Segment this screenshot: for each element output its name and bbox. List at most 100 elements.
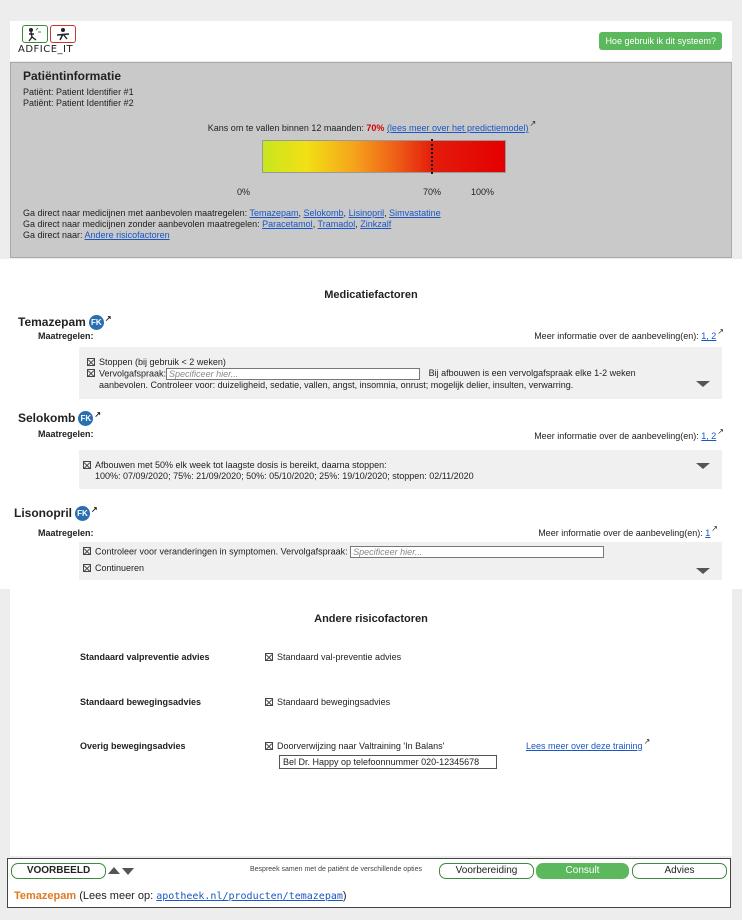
- nav-link-selokomb[interactable]: Selokomb: [304, 208, 344, 218]
- drug-info-name: Temazepam: [14, 890, 77, 902]
- maatregelen-label: Maatregelen:: [38, 429, 94, 439]
- checkbox[interactable]: [83, 564, 91, 572]
- drug-lisonopril-name: Lisonopril FK ↗: [14, 505, 98, 521]
- fk-badge: FK: [75, 506, 90, 521]
- nav3-text: Ga direct naar:: [23, 230, 85, 240]
- risk-model-link[interactable]: (lees meer over het predictiemodel): [387, 123, 529, 133]
- logo-icon-left: [22, 25, 48, 43]
- options-lisonopril: Controleer voor veranderingen in symptom…: [79, 542, 722, 580]
- risk-row-option[interactable]: Standaard bewegingsadvies: [265, 697, 390, 707]
- risk-value: 70%: [366, 123, 385, 133]
- option-controleer[interactable]: Controleer voor veranderingen in symptom…: [83, 546, 605, 558]
- risk-row-label: Overig bewegingsadvies: [80, 741, 186, 751]
- option-continueren[interactable]: Continueren: [83, 563, 144, 573]
- risk-factors-section: [10, 589, 732, 856]
- external-link-icon: ↗: [94, 410, 102, 419]
- nav-link-simvastatine[interactable]: Simvastatine: [389, 208, 441, 218]
- maatregelen-label: Maatregelen:: [38, 528, 94, 538]
- patient-info-title: Patiëntinformatie: [23, 69, 122, 83]
- option-vervolgafspraak[interactable]: Vervolgafspraak: Specificeer hier... Bij …: [87, 368, 636, 380]
- option-label: Standaard val-preventie advies: [277, 652, 402, 662]
- tab-advies[interactable]: Advies: [632, 863, 727, 879]
- discuss-text: Bespreek samen met de patiënt de verschi…: [250, 866, 422, 873]
- checkbox[interactable]: [83, 547, 91, 556]
- external-link-icon: ↗: [104, 314, 112, 323]
- arrow-down-icon[interactable]: [122, 868, 134, 875]
- recommendation-links[interactable]: 1, 2: [701, 331, 716, 341]
- drug-info-link[interactable]: apotheek.nl/producten/temazepam: [156, 891, 343, 902]
- tab-voorbereiding[interactable]: Voorbereiding: [439, 863, 534, 879]
- arrow-up-icon[interactable]: [108, 867, 120, 874]
- bar-label-70: 70%: [423, 187, 442, 197]
- drug-name: Lisonopril: [14, 506, 72, 520]
- more-info-text: Meer informatie over de aanbeveling(en):: [534, 331, 702, 341]
- nav-link-temazepam[interactable]: Temazepam: [249, 208, 298, 218]
- logo-text: ADFICE_IT: [18, 44, 74, 55]
- nav2-text: Ga direct naar medicijnen zonder aanbevo…: [23, 219, 263, 229]
- checkbox[interactable]: [265, 653, 273, 661]
- option-label: Doorverwijzing naar Valtraining 'In Bala…: [277, 741, 445, 751]
- bar-label-0: 0%: [237, 187, 251, 197]
- medication-section: [0, 259, 742, 589]
- options-selokomb: Afbouwen met 50% elk week tot laagste do…: [79, 450, 722, 489]
- recommendation-links[interactable]: 1: [705, 528, 710, 538]
- footer-bar: VOORBEELD Bespreek samen met de patiënt …: [7, 858, 731, 908]
- drug-info-line: Temazepam (Lees meer op: apotheek.nl/pro…: [14, 890, 347, 902]
- option-afbouwen[interactable]: Afbouwen met 50% elk week tot laagste do…: [83, 460, 387, 470]
- tab-consult[interactable]: Consult: [536, 863, 629, 879]
- checkbox[interactable]: [83, 461, 91, 469]
- chevron-down-icon[interactable]: [696, 463, 710, 469]
- nav-link-tramadol[interactable]: Tramadol: [318, 219, 356, 229]
- nav-link-zinkzalf[interactable]: Zinkzalf: [360, 219, 391, 229]
- drug-temazepam-name: Temazepam FK ↗: [18, 314, 112, 330]
- nav1-text: Ga direct naar medicijnen met aanbevolen…: [23, 208, 250, 218]
- phone-input[interactable]: Bel Dr. Happy op telefoonnummer 020-1234…: [279, 755, 497, 769]
- risk-row-option[interactable]: Doorverwijzing naar Valtraining 'In Bala…: [265, 741, 444, 751]
- checkbox[interactable]: [265, 698, 273, 706]
- external-link-icon: ↗: [643, 737, 651, 746]
- example-button[interactable]: VOORBEELD: [11, 863, 106, 879]
- logo-icon-right: [50, 25, 76, 43]
- external-link-icon: ↗: [529, 119, 537, 128]
- chevron-down-icon[interactable]: [696, 568, 710, 574]
- option-stoppen[interactable]: Stoppen (bij gebruik < 2 weken): [87, 357, 226, 367]
- app-logo: ADFICE_IT: [18, 25, 82, 57]
- bar-label-100: 100%: [471, 187, 495, 197]
- drug-name: Selokomb: [18, 411, 76, 425]
- more-info-selokomb: Meer informatie over de aanbeveling(en):…: [534, 427, 724, 441]
- nav-with-measures: Ga direct naar medicijnen met aanbevolen…: [23, 208, 441, 218]
- external-link-icon: ↗: [91, 505, 98, 514]
- option-label: Controleer voor veranderingen in symptom…: [95, 546, 348, 557]
- patient-line-2: Patiënt: Patient Identifier #2: [23, 98, 134, 108]
- option-text: Bij afbouwen is een vervolgafspraak elke…: [428, 368, 636, 379]
- external-link-icon: ↗: [717, 327, 724, 336]
- nav-link-paracetamol[interactable]: Paracetamol: [262, 219, 313, 229]
- checkbox[interactable]: [87, 358, 95, 366]
- risk-row-label: Standaard valpreventie advies: [80, 652, 210, 662]
- option-schedule: 100%: 07/09/2020; 75%: 21/09/2020; 50%: …: [95, 471, 474, 481]
- option-label: Stoppen (bij gebruik < 2 weken): [99, 357, 226, 367]
- more-info-text: Meer informatie over de aanbeveling(en):: [538, 528, 706, 538]
- specify-input[interactable]: Specificeer hier...: [350, 546, 605, 558]
- nav-link-lisinopril[interactable]: Lisinopril: [349, 208, 385, 218]
- more-info-temazepam: Meer informatie over de aanbeveling(en):…: [534, 327, 724, 341]
- checkbox[interactable]: [87, 369, 95, 378]
- nav-link-risk-factors[interactable]: Andere risicofactoren: [85, 230, 170, 240]
- training-info-link[interactable]: Lees meer over deze training: [526, 741, 643, 751]
- nav-other: Ga direct naar: Andere risicofactoren: [23, 230, 170, 240]
- risk-text: Kans om te vallen binnen 12 maanden:: [207, 123, 367, 133]
- options-temazepam: Stoppen (bij gebruik < 2 weken) Vervolga…: [79, 347, 722, 399]
- specify-input[interactable]: Specificeer hier...: [166, 368, 421, 380]
- chevron-down-icon[interactable]: [696, 381, 710, 387]
- header-bar: ADFICE_IT Hoe gebruik ik dit systeem?: [10, 21, 732, 61]
- risk-row-option[interactable]: Standaard val-preventie advies: [265, 652, 401, 662]
- patient-line-1: Patiënt: Patient Identifier #1: [23, 87, 134, 97]
- external-link-icon: ↗: [717, 427, 724, 436]
- help-button[interactable]: Hoe gebruik ik dit systeem?: [599, 32, 722, 50]
- fk-badge: FK: [78, 411, 94, 426]
- training-link-wrap: Lees meer over deze training↗: [526, 737, 650, 751]
- recommendation-links[interactable]: 1, 2: [701, 431, 716, 441]
- checkbox[interactable]: [265, 742, 273, 750]
- patient-info-panel: Patiëntinformatie Patiënt: Patient Ident…: [10, 62, 732, 258]
- medication-title: Medicatiefactoren: [324, 289, 418, 301]
